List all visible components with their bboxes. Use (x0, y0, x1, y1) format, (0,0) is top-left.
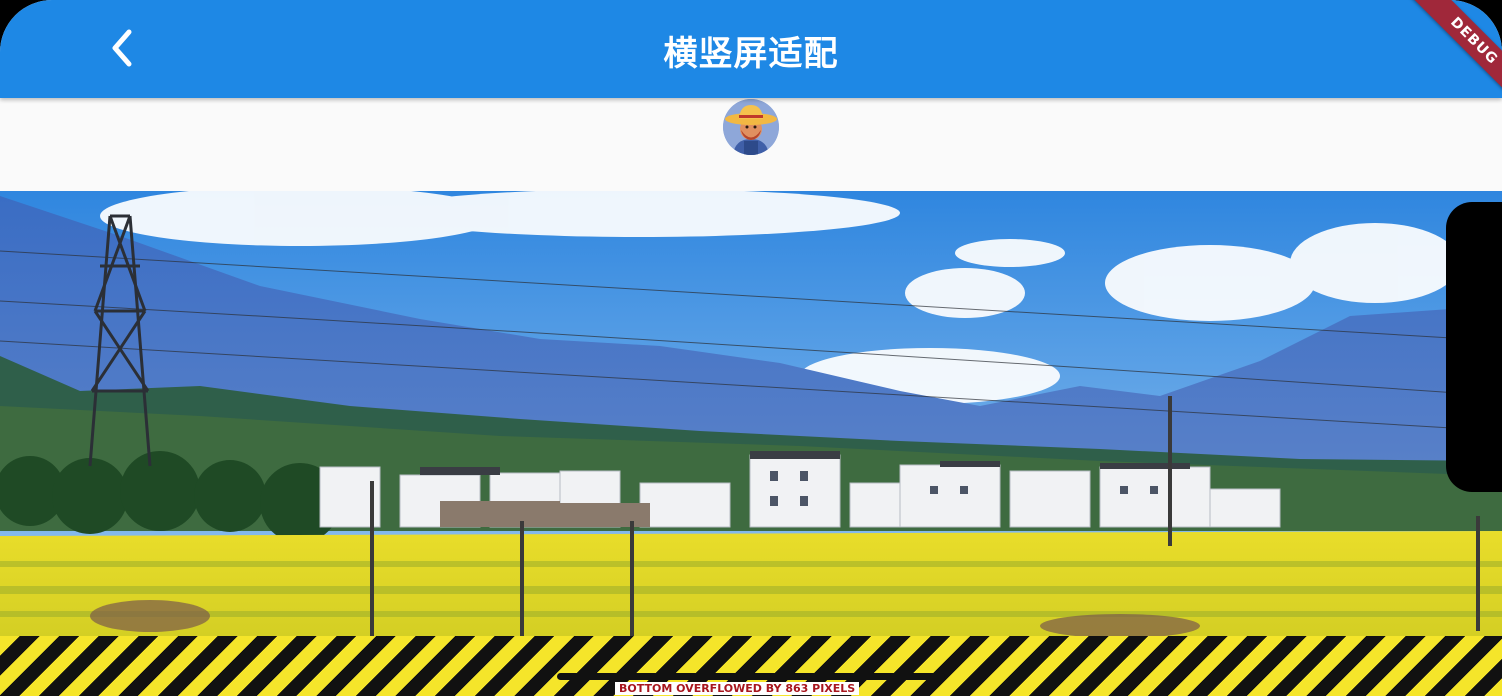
landscape-illustration (0, 191, 1502, 636)
debug-label: DEBUG (1408, 0, 1502, 107)
page-title: 横竖屏适配 (663, 34, 839, 74)
debug-banner: DEBUG (1392, 0, 1502, 110)
home-indicator[interactable] (557, 673, 945, 680)
avatar (723, 99, 779, 155)
overflow-warning: BOTTOM OVERFLOWED BY 863 PIXELS (615, 682, 860, 695)
farmer-avatar-icon (723, 99, 779, 155)
device-side-notch (1446, 202, 1502, 492)
app-screen: 横竖屏适配 DEBUG BOTTOM OVERFLOWED BY 863 PIX… (0, 0, 1502, 696)
app-bar: 横竖屏适配 (0, 0, 1502, 98)
landscape-photo (0, 191, 1502, 636)
